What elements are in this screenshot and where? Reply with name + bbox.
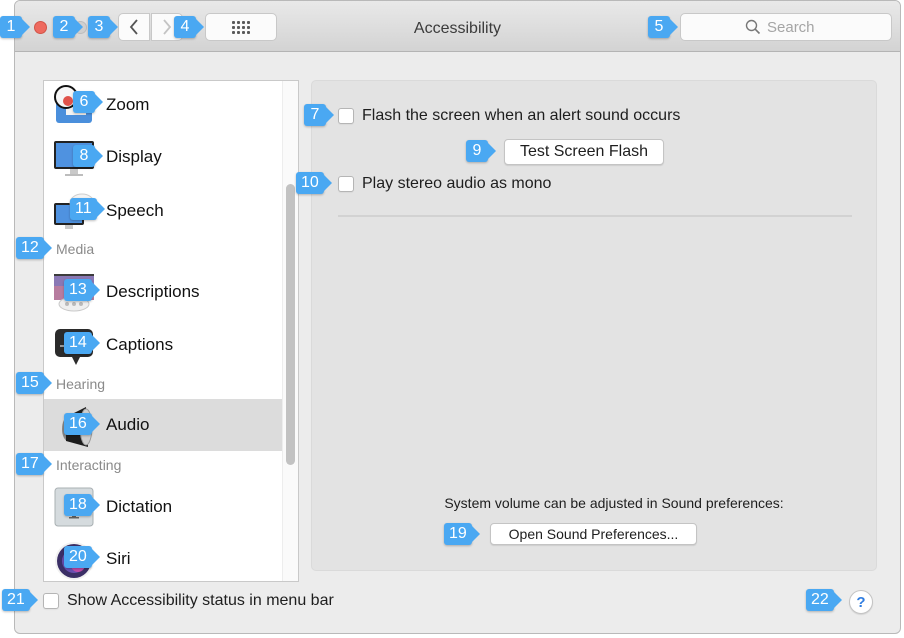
annotation-badge: 5 [648,16,678,38]
scrollbar-thumb[interactable] [286,184,295,465]
show-status-label: Show Accessibility status in menu bar [67,592,334,609]
sidebar-item-label: Audio [106,415,150,434]
annotation-badge: 22 [806,589,842,611]
volume-info-text: System volume can be adjusted in Sound p… [444,495,784,511]
sidebar-item-label: Siri [106,549,131,568]
grid-icon [232,20,250,34]
section-header-hearing: Hearing [56,376,106,392]
search-field[interactable] [680,13,892,41]
annotation-badge: 12 [16,237,52,259]
flash-screen-checkbox[interactable] [338,108,354,124]
sidebar-item-label: Speech [106,201,164,220]
flash-screen-option[interactable]: Flash the screen when an alert sound occ… [338,107,680,125]
annotation-badge: 1 [0,16,30,38]
search-icon [745,19,761,35]
annotation-badge: 13 [64,279,100,301]
annotation-badge: 21 [2,589,38,611]
annotation-badge: 11 [70,198,105,220]
chevron-right-icon [163,19,172,35]
open-sound-preferences-button[interactable]: Open Sound Preferences... [490,523,697,545]
annotation-badge: 2 [53,16,83,38]
show-all-button[interactable] [205,13,277,41]
annotation-badge: 4 [174,16,204,38]
annotation-badge: 17 [16,453,52,475]
stereo-mono-option[interactable]: Play stereo audio as mono [338,175,551,193]
annotation-badge: 18 [64,494,100,516]
annotation-badge: 6 [73,91,103,113]
section-header-media: Media [56,241,95,257]
annotation-badge: 20 [64,546,100,568]
annotation-badge: 10 [296,172,332,194]
audio-settings-pane: Flash the screen when an alert sound occ… [311,80,877,571]
help-button[interactable]: ? [849,590,873,614]
sidebar-item-label: Descriptions [106,282,200,301]
stereo-mono-checkbox[interactable] [338,176,354,192]
section-header-interacting: Interacting [56,457,122,473]
annotation-badge: 16 [64,413,100,435]
stereo-mono-label: Play stereo audio as mono [362,175,552,192]
annotation-badge: 7 [304,104,334,126]
close-button[interactable] [34,21,47,34]
annotation-badge: 14 [64,332,100,354]
sidebar-item-label: Zoom [106,95,150,114]
scrollbar[interactable] [282,81,298,581]
show-status-option[interactable]: Show Accessibility status in menu bar [43,592,334,610]
sidebar-item-label: Display [106,147,162,166]
search-input[interactable] [767,18,827,36]
sidebar-item-label: Dictation [106,497,173,516]
annotation-badge: 9 [466,140,496,162]
help-icon: ? [856,593,866,611]
sidebar-item-label: Captions [106,335,174,354]
title-bar: Accessibility [15,1,900,52]
flash-screen-label: Flash the screen when an alert sound occ… [362,107,681,124]
show-status-checkbox[interactable] [43,593,59,609]
back-button[interactable] [118,13,150,41]
annotation-badge: 19 [444,523,480,545]
annotation-badge: 3 [88,16,118,38]
annotation-badge: 8 [73,145,103,167]
test-screen-flash-button[interactable]: Test Screen Flash [504,139,664,165]
chevron-left-icon [129,19,138,35]
annotation-badge: 15 [16,372,52,394]
section-divider [338,215,852,217]
